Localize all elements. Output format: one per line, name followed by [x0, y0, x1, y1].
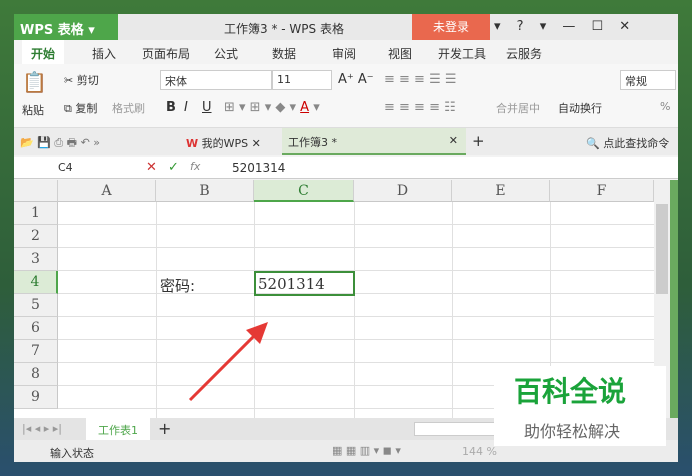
title-bar: WPS 表格 ▾ 工作簿3 * - WPS 表格 未登录 ▾ ? ▾ — ☐ ✕ [14, 14, 678, 40]
new-tab-button[interactable]: + [472, 132, 485, 150]
watermark: 百科全说 助你轻松解决 [494, 366, 666, 446]
row-line [58, 362, 654, 363]
merge-center-button[interactable]: 合并居中 [496, 100, 540, 116]
tab-review[interactable]: 审阅 [332, 45, 356, 62]
tab-cloud[interactable]: 云服务 [506, 45, 542, 62]
cut-button[interactable]: ✂ 剪切 [64, 72, 99, 88]
cell-b4[interactable]: 密码: [160, 275, 195, 296]
window-controls[interactable]: ▾ ? ▾ — ☐ ✕ [494, 19, 636, 34]
tab-workbook3[interactable]: 工作簿3 * ✕ [282, 128, 466, 155]
row-line [58, 316, 654, 317]
format-painter-button[interactable]: 格式刷 [112, 100, 145, 116]
tab-data[interactable]: 数据 [272, 45, 296, 62]
formula-bar: C4 ✕ ✓ fx 5201314 [14, 157, 678, 179]
underline-button[interactable]: U [202, 100, 212, 115]
cell-c4-active[interactable]: 5201314 [254, 271, 355, 296]
column-line [452, 202, 453, 418]
tab-formulas[interactable]: 公式 [214, 45, 238, 62]
font-grow-shrink[interactable]: A⁺ A⁻ [338, 72, 374, 87]
tab-home[interactable]: 开始 [22, 40, 65, 64]
align-icons[interactable]: ≡ ≡ ≡ ☰ ☰ [384, 72, 457, 87]
menu-tabs: 开始 插入 页面布局 公式 数据 审阅 视图 开发工具 云服务 [14, 40, 678, 64]
input-status: 输入状态 [50, 447, 94, 460]
italic-button[interactable]: I [184, 100, 188, 115]
watermark-subtitle: 助你轻松解决 [524, 422, 621, 441]
row-line [58, 224, 654, 225]
row-header-7[interactable]: 7 [14, 340, 58, 363]
select-all[interactable] [14, 180, 58, 202]
copy-button[interactable]: ⧉ 复制 [64, 100, 97, 116]
app-logo: WPS 表格 [20, 23, 84, 38]
percent-button[interactable]: % [660, 100, 670, 113]
row-header-5[interactable]: 5 [14, 294, 58, 317]
row-header-9[interactable]: 9 [14, 386, 58, 409]
copy-label: 复制 [75, 102, 98, 115]
number-format-select[interactable]: 常规 [620, 70, 676, 90]
tab-my-wps[interactable]: W 我的WPS ✕ [186, 135, 261, 151]
zoom-level[interactable]: 144 % [462, 445, 497, 458]
tab-view[interactable]: 视图 [388, 45, 412, 62]
cancel-icon[interactable]: ✕ [146, 160, 157, 175]
row-line [58, 247, 654, 248]
document-tabs: 📂 💾 ⎙ 🖶 ↶ » W 我的WPS ✕ 工作簿3 * ✕ + 🔍 点此查找命令 [14, 128, 678, 155]
cut-label: 剪切 [76, 74, 99, 87]
row-header-3[interactable]: 3 [14, 248, 58, 271]
login-button[interactable]: 未登录 [412, 14, 490, 40]
tab-insert[interactable]: 插入 [92, 45, 116, 62]
search-command-label: 点此查找命令 [603, 137, 670, 150]
red-arrow [188, 322, 268, 402]
column-header-a[interactable]: A [58, 180, 156, 202]
quick-access-icons[interactable]: 📂 💾 ⎙ 🖶 ↶ » [20, 134, 100, 153]
tab-developer[interactable]: 开发工具 [438, 45, 486, 62]
border-icon[interactable]: ⊞ ▾ ⊞ ▾ ◆ ▾ A ▾ [224, 100, 320, 115]
row-line [58, 270, 654, 271]
row-line [58, 293, 654, 294]
row-header-4[interactable]: 4 [14, 271, 58, 294]
row-header-8[interactable]: 8 [14, 363, 58, 386]
column-line [156, 202, 157, 418]
window-title: 工作簿3 * - WPS 表格 [224, 22, 344, 36]
name-box[interactable]: C4 [58, 161, 73, 174]
row-header-6[interactable]: 6 [14, 317, 58, 340]
workbook-tab-label: 工作簿3 * [288, 136, 337, 149]
my-wps-label: 我的WPS [201, 137, 249, 150]
column-header-d[interactable]: D [354, 180, 452, 202]
row-header-1[interactable]: 1 [14, 202, 58, 225]
fx-button[interactable]: fx [190, 160, 200, 173]
tab-page-layout[interactable]: 页面布局 [142, 45, 190, 62]
confirm-icon[interactable]: ✓ [168, 160, 179, 175]
wrap-text-button[interactable]: 自动换行 [558, 100, 602, 116]
column-header-c[interactable]: C [254, 180, 354, 202]
column-line [354, 202, 355, 418]
row-line [58, 339, 654, 340]
column-header-e[interactable]: E [452, 180, 550, 202]
column-header-b[interactable]: B [156, 180, 254, 202]
search-command[interactable]: 🔍 点此查找命令 [586, 135, 669, 151]
close-tab-icon[interactable]: ✕ [449, 134, 458, 147]
paste-icon: 📋 [22, 70, 47, 94]
sheet-tab-1[interactable]: 工作表1 [86, 418, 150, 440]
sheet-nav-arrows[interactable]: |◂ ◂ ▸ ▸| [22, 422, 62, 435]
row-header-2[interactable]: 2 [14, 225, 58, 248]
font-size-select[interactable]: 11 [272, 70, 332, 90]
horizontal-scrollbar[interactable] [414, 422, 504, 436]
ribbon: 📋 粘贴 ✂ 剪切 ⧉ 复制 格式刷 宋体 11 A⁺ A⁻ B I U ⊞ ▾… [14, 64, 678, 128]
watermark-title: 百科全说 [514, 375, 627, 408]
add-sheet-button[interactable]: + [158, 419, 171, 438]
app-menu-button[interactable]: WPS 表格 ▾ [14, 14, 118, 40]
bold-button[interactable]: B [166, 100, 176, 115]
paste-button[interactable]: 粘贴 [22, 102, 44, 118]
font-select[interactable]: 宋体 [160, 70, 272, 90]
align-icons-2[interactable]: ≡ ≡ ≡ ≡ ☷ [384, 100, 456, 115]
formula-input[interactable]: 5201314 [232, 161, 285, 175]
column-header-f[interactable]: F [550, 180, 654, 202]
view-mode-icons[interactable]: ▦ ▦ ▥ ▾ ◼ ▾ [332, 444, 401, 457]
